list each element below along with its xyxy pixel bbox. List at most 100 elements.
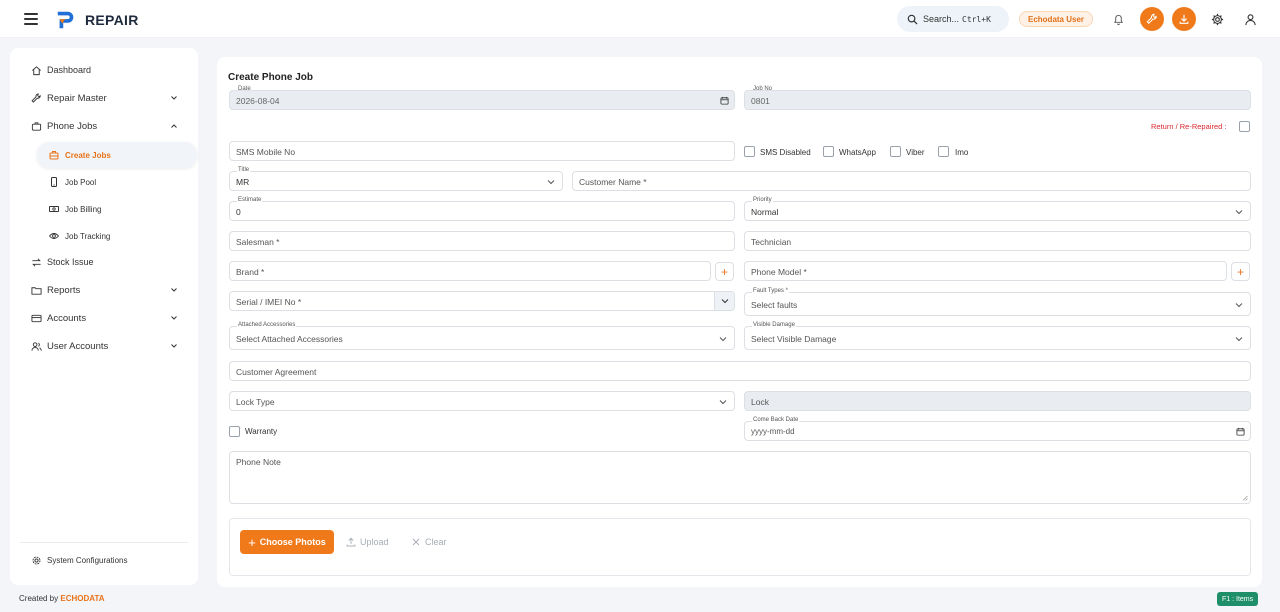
priority-select[interactable]: Priority Normal	[744, 196, 1251, 221]
sms-disabled-label: SMS Disabled	[760, 148, 811, 157]
chevron-down-icon	[171, 96, 177, 100]
choose-photos-label: Choose Photos	[259, 537, 326, 547]
title-select[interactable]: Title MR	[229, 166, 563, 191]
create-job-form: Create Phone Job Date 2026-08-04 Job No …	[217, 57, 1262, 587]
resize-handle-icon[interactable]	[1242, 495, 1248, 501]
upload-label: Upload	[360, 537, 389, 547]
footer-created-by: Created by	[19, 594, 59, 603]
sms-disabled-checkbox[interactable]	[744, 146, 755, 157]
sidebar-item-system-configurations[interactable]: System Configurations	[20, 549, 188, 571]
visible-damage-placeholder: Select Visible Damage	[751, 334, 837, 344]
imo-checkbox[interactable]	[938, 146, 949, 157]
menu-toggle-icon[interactable]	[24, 13, 38, 25]
bell-icon	[1113, 14, 1123, 25]
whatsapp-label: WhatsApp	[839, 148, 876, 157]
customer-agreement-input[interactable]: Customer Agreement	[229, 361, 1251, 381]
home-icon	[30, 64, 42, 76]
swap-icon	[30, 256, 42, 268]
sidebar-subitem-create-jobs[interactable]: Create Jobs	[37, 142, 197, 168]
plus-icon: +	[248, 534, 256, 550]
calendar-icon[interactable]	[1236, 427, 1245, 436]
footer-company-link[interactable]: ECHODATA	[60, 594, 104, 603]
chevron-down-icon	[547, 180, 555, 185]
serial-imei-input[interactable]: Serial / IMEI No *	[229, 291, 735, 311]
sidebar-item-stock-issue[interactable]: Stock Issue	[20, 251, 188, 273]
profile-button[interactable]	[1239, 8, 1261, 30]
repair-tool-button[interactable]	[1140, 7, 1164, 31]
chevron-down-icon	[721, 299, 729, 304]
warranty-checkbox[interactable]	[229, 426, 240, 437]
estimate-label: Estimate	[237, 196, 263, 204]
lock-type-select[interactable]: Lock Type	[229, 391, 735, 411]
phone-note-placeholder: Phone Note	[236, 457, 281, 467]
imo-label: Imo	[955, 148, 969, 157]
sms-mobile-input[interactable]: SMS Mobile No	[229, 141, 735, 161]
sms-mobile-placeholder: SMS Mobile No	[236, 147, 296, 157]
come-back-date-input[interactable]: Come Back Date yyyy-mm-dd	[744, 416, 1251, 441]
search-button[interactable]: Search... Ctrl+K	[897, 6, 1009, 32]
sidebar-item-user-accounts[interactable]: User Accounts	[20, 335, 188, 357]
date-field[interactable]: Date 2026-08-04	[229, 86, 735, 110]
attached-accessories-select[interactable]: Attached Accessories Select Attached Acc…	[229, 321, 735, 350]
sidebar-subitem-job-billing[interactable]: Job Billing	[37, 196, 197, 222]
sidebar-item-label: User Accounts	[47, 340, 109, 352]
clear-button[interactable]: Clear	[411, 530, 447, 554]
briefcase-icon	[30, 120, 42, 132]
sidebar-item-label: Stock Issue	[47, 257, 94, 267]
whatsapp-checkbox[interactable]	[823, 146, 834, 157]
phone-note-textarea[interactable]: Phone Note	[229, 451, 1251, 504]
cash-icon	[49, 204, 59, 214]
brand-input[interactable]: Brand *	[229, 261, 711, 281]
items-shortcut-badge[interactable]: F1 : Items	[1217, 592, 1259, 606]
job-no-field[interactable]: Job No 0801	[744, 86, 1251, 110]
add-model-button[interactable]: +	[1231, 262, 1250, 281]
chevron-down-icon	[171, 288, 177, 292]
brand-placeholder: Brand *	[236, 267, 265, 277]
briefcase-icon	[49, 150, 59, 160]
sidebar-subitem-label: Job Pool	[65, 177, 97, 187]
phone-model-input[interactable]: Phone Model *	[744, 261, 1227, 281]
sidebar-item-reports[interactable]: Reports	[20, 279, 188, 301]
notifications-button[interactable]	[1107, 8, 1129, 30]
technician-input[interactable]: Technician	[744, 231, 1251, 251]
viber-checkbox[interactable]	[890, 146, 901, 157]
serial-dropdown-button[interactable]	[714, 292, 734, 310]
top-header: REPAIR Search... Ctrl+K Echodata User	[0, 0, 1280, 38]
fault-types-select[interactable]: Fault Types * Select faults	[744, 287, 1251, 316]
upload-icon	[346, 537, 356, 547]
close-icon	[412, 538, 420, 546]
sidebar-subitem-job-tracking[interactable]: Job Tracking	[37, 223, 197, 249]
attached-accessories-label: Attached Accessories	[237, 321, 297, 329]
customer-name-input[interactable]: Customer Name *	[572, 171, 1251, 191]
date-value: 2026-08-04	[236, 96, 280, 106]
add-brand-button[interactable]: +	[715, 262, 734, 281]
folder-icon	[30, 284, 42, 296]
title-value: MR	[236, 177, 250, 187]
sidebar-item-repair-master[interactable]: Repair Master	[20, 87, 188, 109]
sidebar-subitem-label: Job Tracking	[65, 231, 111, 241]
chevron-down-icon	[1235, 303, 1243, 308]
sidebar-item-phone-jobs[interactable]: Phone Jobs	[20, 115, 188, 137]
settings-button[interactable]	[1206, 8, 1228, 30]
choose-photos-button[interactable]: + Choose Photos	[240, 530, 334, 554]
lock-input[interactable]: Lock	[744, 391, 1251, 411]
card-icon	[30, 312, 42, 324]
upload-button[interactable]: Upload	[346, 530, 389, 554]
user-badge[interactable]: Echodata User	[1019, 11, 1094, 27]
app-logo	[57, 11, 74, 29]
calendar-icon[interactable]	[720, 96, 729, 105]
estimate-input[interactable]: Estimate 0	[229, 196, 735, 221]
users-icon	[30, 340, 42, 352]
sidebar-item-dashboard[interactable]: Dashboard	[20, 59, 188, 81]
salesman-input[interactable]: Salesman *	[229, 231, 735, 251]
visible-damage-select[interactable]: Visible Damage Select Visible Damage	[744, 321, 1251, 350]
lock-placeholder: Lock	[751, 397, 769, 407]
technician-placeholder: Technician	[751, 237, 792, 247]
sidebar-item-accounts[interactable]: Accounts	[20, 307, 188, 329]
download-button[interactable]	[1172, 7, 1196, 31]
salesman-placeholder: Salesman *	[236, 237, 280, 247]
sidebar-item-label: Accounts	[47, 312, 87, 324]
sidebar-subitem-job-pool[interactable]: Job Pool	[37, 169, 197, 195]
return-repaired-checkbox[interactable]	[1239, 121, 1250, 132]
sidebar-divider	[20, 542, 188, 543]
